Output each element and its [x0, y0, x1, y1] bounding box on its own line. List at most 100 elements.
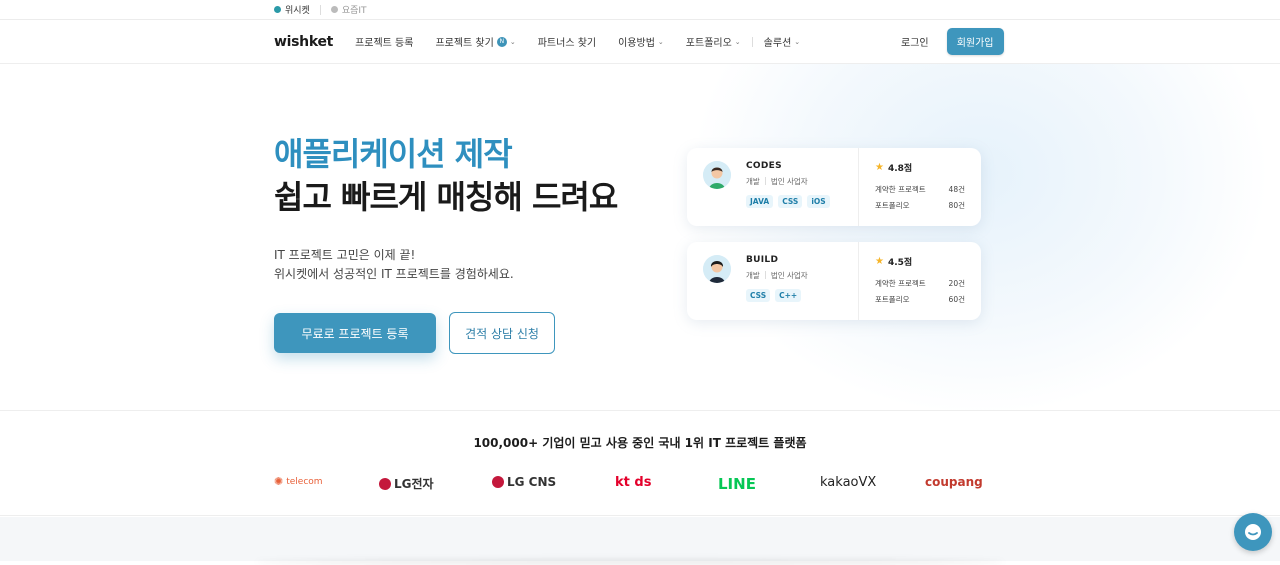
- chat-button[interactable]: [1234, 513, 1272, 551]
- partner-type: 법인 사업자: [770, 177, 808, 186]
- skill-tag: CSS: [746, 289, 771, 302]
- site-link-wishket[interactable]: 위시켓: [274, 3, 310, 16]
- avatar: [703, 255, 731, 283]
- stat-value: 80건: [948, 201, 965, 210]
- skill-tags: CSS C++: [746, 289, 802, 302]
- site-link-label: 요즘IT: [341, 6, 367, 16]
- stat-value: 20건: [948, 279, 965, 288]
- main-nav: wishket 프로젝트 등록 프로젝트 찾기 N ⌄ 파트너스 찾기 이용방법…: [0, 20, 1280, 64]
- client-logo-label: coupang: [925, 475, 983, 489]
- divider: [319, 4, 321, 15]
- client-logo-telecom: ✺ telecom: [274, 475, 323, 488]
- partner-card-info: CODES 개발 법인 사업자 JAVA CSS iOS: [687, 148, 859, 226]
- hero-headline-accent: 애플리케이션 제작: [274, 135, 513, 173]
- avatar: [703, 161, 731, 189]
- contracts-stat: 계약한 프로젝트 48건: [875, 184, 965, 195]
- nav-item-solution[interactable]: 솔루션 ⌄: [763, 34, 801, 50]
- chevron-down-icon: ⌄: [657, 37, 664, 46]
- nav-menu: 프로젝트 등록 프로젝트 찾기 N ⌄ 파트너스 찾기 이용방법 ⌄ 포트폴리오…: [355, 34, 800, 49]
- client-logo-coupang: coupang: [925, 475, 983, 489]
- nav-item-label: 이용방법: [618, 38, 655, 49]
- client-logo-line: LINE: [718, 475, 756, 493]
- partner-card[interactable]: BUILD 개발 법인 사업자 CSS C++ ★ 4.5점 계약한 프로젝트 …: [687, 242, 981, 320]
- nav-item-project-register[interactable]: 프로젝트 등록: [355, 34, 413, 49]
- estimate-consult-button[interactable]: 견적 상담 신청: [449, 312, 555, 354]
- partner-rating: ★ 4.8점: [875, 161, 912, 174]
- lg-logo-icon: [492, 476, 504, 488]
- skill-tags: JAVA CSS iOS: [746, 195, 830, 208]
- hero-section: 애플리케이션 제작 쉽고 빠르게 매칭해 드려요 IT 프로젝트 고민은 이제 …: [0, 64, 1280, 410]
- wishket-logo[interactable]: wishket: [274, 34, 333, 50]
- partner-rating: ★ 4.5점: [875, 255, 912, 268]
- client-logo-label: LINE: [718, 475, 756, 493]
- wishket-mini-logo-icon: [274, 6, 281, 13]
- client-logo-label: telecom: [286, 476, 323, 487]
- client-logo-label: kakaoVX: [820, 475, 877, 490]
- nav-item-portfolio[interactable]: 포트폴리오 ⌄: [685, 34, 741, 50]
- chevron-down-icon: ⌄: [734, 37, 741, 46]
- contracts-stat: 계약한 프로젝트 20건: [875, 278, 965, 289]
- portfolio-stat: 포트폴리오 60건: [875, 294, 965, 305]
- divider: [751, 36, 753, 47]
- nav-item-how-to-use[interactable]: 이용방법 ⌄: [618, 34, 664, 50]
- partner-card-stats: ★ 4.5점 계약한 프로젝트 20건 포트폴리오 60건: [859, 242, 981, 320]
- client-logo-lg-electronics: LG전자: [379, 475, 434, 492]
- partner-role: 개발: [746, 271, 760, 280]
- yozm-mini-logo-icon: [330, 6, 338, 13]
- next-section: [0, 517, 1280, 565]
- rating-value: 4.8점: [887, 164, 913, 174]
- partner-card-info: BUILD 개발 법인 사업자 CSS C++: [687, 242, 859, 320]
- stat-value: 48건: [948, 185, 965, 194]
- partner-role: 개발: [746, 177, 760, 186]
- divider: [764, 271, 766, 279]
- skill-tag: CSS: [778, 195, 803, 208]
- star-icon: ★: [875, 256, 884, 267]
- partner-type: 법인 사업자: [770, 271, 808, 280]
- lg-logo-icon: [379, 477, 391, 490]
- stat-label: 계약한 프로젝트: [875, 279, 926, 288]
- free-project-register-button[interactable]: 무료로 프로젝트 등록: [274, 313, 436, 353]
- client-logo-label: kt ds: [615, 475, 652, 490]
- trust-title: 100,000+ 기업이 믿고 사용 중인 국내 1위 IT 프로젝트 플랫폼: [473, 436, 807, 450]
- chevron-down-icon: ⌄: [509, 37, 516, 46]
- nav-item-label: 파트너스 찾기: [537, 38, 597, 49]
- new-badge: N: [496, 36, 507, 47]
- trust-section: 100,000+ 기업이 믿고 사용 중인 국내 1위 IT 프로젝트 플랫폼 …: [0, 410, 1280, 516]
- partner-meta: 개발 법인 사업자: [746, 270, 808, 281]
- client-logo-ktds: kt ds: [615, 475, 651, 490]
- client-logo-kakaovx: kakaoVX: [820, 475, 876, 490]
- site-link-label: 위시켓: [285, 6, 310, 16]
- chat-bubble-icon: [1245, 524, 1261, 540]
- site-link-yozm[interactable]: 요즘IT: [330, 3, 367, 16]
- nav-item-label: 포트폴리오: [685, 38, 732, 49]
- stat-label: 계약한 프로젝트: [875, 185, 926, 194]
- top-site-bar: 위시켓 요즘IT: [0, 0, 1280, 20]
- telecom-logo-icon: ✺: [274, 475, 284, 488]
- client-logo-label: LG전자: [394, 477, 434, 491]
- rating-value: 4.5점: [887, 258, 913, 268]
- partner-meta: 개발 법인 사업자: [746, 176, 808, 187]
- stat-label: 포트폴리오: [875, 295, 910, 304]
- client-logo-lg-cns: LG CNS: [492, 475, 556, 489]
- nav-item-project-find[interactable]: 프로젝트 찾기 N ⌄: [435, 34, 516, 49]
- divider: [764, 177, 766, 185]
- card-shadow: [255, 559, 1005, 565]
- signup-button[interactable]: 회원가입: [946, 28, 1004, 55]
- partner-name: BUILD: [746, 255, 779, 265]
- nav-item-partners-find[interactable]: 파트너스 찾기: [538, 34, 596, 49]
- skill-tag: C++: [775, 289, 802, 302]
- skill-tag: JAVA: [746, 195, 774, 208]
- client-logos: ✺ telecom LG전자 LG CNS kt ds LINE kakaoVX…: [274, 475, 984, 495]
- stat-label: 포트폴리오: [875, 201, 910, 210]
- star-icon: ★: [875, 162, 884, 173]
- nav-item-label: 프로젝트 찾기: [435, 38, 494, 49]
- nav-actions: 로그인 회원가입: [901, 28, 1004, 55]
- chevron-down-icon: ⌄: [794, 37, 801, 46]
- login-link[interactable]: 로그인: [901, 34, 929, 49]
- portfolio-stat: 포트폴리오 80건: [875, 200, 965, 211]
- nav-item-label: 프로젝트 등록: [355, 38, 414, 49]
- hero-description: IT 프로젝트 고민은 이제 끝! 위시켓에서 성공적인 IT 프로젝트를 경험…: [274, 246, 514, 284]
- nav-item-label: 솔루션: [763, 38, 792, 49]
- hero-headline: 쉽고 빠르게 매칭해 드려요: [274, 178, 618, 216]
- partner-card[interactable]: CODES 개발 법인 사업자 JAVA CSS iOS ★ 4.8점 계약한 …: [687, 148, 981, 226]
